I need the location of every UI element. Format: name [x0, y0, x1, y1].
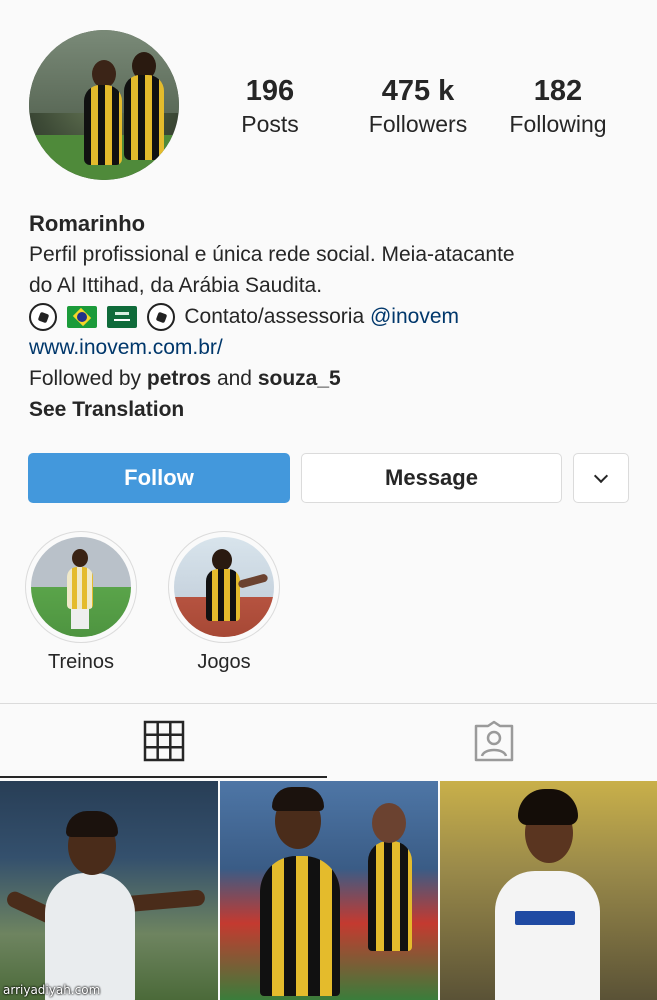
- post-figure-sponsor: [515, 911, 575, 925]
- avatar-player-body: [84, 85, 122, 165]
- thumbnail-player-body: [67, 567, 93, 609]
- chevron-down-icon: [593, 468, 609, 483]
- avatar-player-head: [92, 60, 116, 88]
- highlight-label: Treinos: [48, 651, 114, 673]
- post-figure-teammate: [368, 841, 412, 951]
- active-tab-indicator: [0, 776, 327, 778]
- stat-following[interactable]: 182 Following: [488, 74, 628, 140]
- stat-posts-count: 196: [245, 75, 295, 107]
- tab-posts-grid[interactable]: [0, 704, 327, 778]
- stat-following-count: 182: [533, 75, 583, 107]
- post-figure-body: [45, 873, 135, 1000]
- thumbnail-player-head: [212, 549, 232, 571]
- stat-posts-label: Posts: [241, 111, 299, 137]
- stat-followers-count: 475 k: [381, 75, 455, 107]
- soccer-ball-icon: [146, 303, 175, 332]
- followed-by-and: and: [216, 367, 252, 390]
- profile-name: Romarinho: [29, 211, 146, 236]
- highlight-ring: [168, 531, 280, 643]
- brazil-flag-icon: [66, 306, 97, 329]
- tagged-person-icon: [474, 720, 513, 762]
- mention-link[interactable]: @inovem: [370, 305, 459, 328]
- bio-contact-line: Contato/assessoria @inovem: [29, 301, 639, 332]
- post-figure-body: [495, 871, 600, 1000]
- profile-avatar[interactable]: [29, 30, 179, 180]
- followed-by-prefix: Followed by: [29, 367, 142, 390]
- followed-by: Followed by petros and souza_5: [29, 363, 639, 394]
- post-figure-body: [260, 856, 340, 996]
- profile-stats: 196 Posts 475 k Followers 182 Following: [208, 74, 637, 144]
- highlight-label: Jogos: [197, 651, 251, 673]
- stat-followers-label: Followers: [368, 111, 468, 137]
- bio-line: Perfil profissional e única rede social.…: [29, 243, 515, 266]
- highlight-thumbnail: [31, 537, 131, 637]
- profile-bio: Romarinho Perfil profissional e única re…: [29, 208, 639, 425]
- highlight-ring: [25, 531, 137, 643]
- follow-button[interactable]: Follow: [28, 453, 290, 503]
- thumbnail-player-legs: [71, 609, 89, 629]
- post-thumbnail[interactable]: [440, 781, 657, 1000]
- message-button[interactable]: Message: [301, 453, 562, 503]
- highlight-thumbnail: [174, 537, 274, 637]
- see-translation-link[interactable]: See Translation: [29, 398, 184, 421]
- website-link[interactable]: www.inovem.com.br/: [29, 336, 223, 359]
- post-thumbnail[interactable]: [220, 781, 438, 1000]
- tab-tagged[interactable]: [330, 704, 657, 778]
- thumbnail-player-body: [206, 569, 240, 621]
- followed-by-user[interactable]: souza_5: [258, 367, 341, 390]
- suggested-accounts-button[interactable]: [573, 453, 629, 503]
- stat-posts[interactable]: 196 Posts: [208, 74, 332, 140]
- story-highlight-jogos[interactable]: Jogos: [168, 531, 280, 674]
- post-figure-hair: [518, 789, 578, 825]
- grid-icon: [143, 720, 184, 762]
- saudi-flag-icon: [106, 306, 137, 329]
- story-highlight-treinos[interactable]: Treinos: [25, 531, 137, 674]
- post-thumbnail[interactable]: [0, 781, 218, 1000]
- avatar-player-body: [124, 75, 164, 160]
- contact-text: Contato/assessoria: [184, 305, 365, 328]
- watermark: arriyadiyah.com: [3, 983, 101, 997]
- bio-line: do Al Ittihad, da Arábia Saudita.: [29, 274, 323, 297]
- soccer-ball-icon: [29, 303, 57, 332]
- thumbnail-player-head: [72, 549, 88, 567]
- post-figure-teammate-head: [372, 803, 406, 843]
- thumbnail-player-arm: [237, 573, 269, 589]
- stat-followers[interactable]: 475 k Followers: [338, 74, 498, 140]
- followed-by-user[interactable]: petros: [147, 367, 211, 390]
- post-figure-hair: [66, 811, 118, 837]
- stat-following-label: Following: [509, 111, 607, 137]
- post-figure-hair: [272, 787, 324, 811]
